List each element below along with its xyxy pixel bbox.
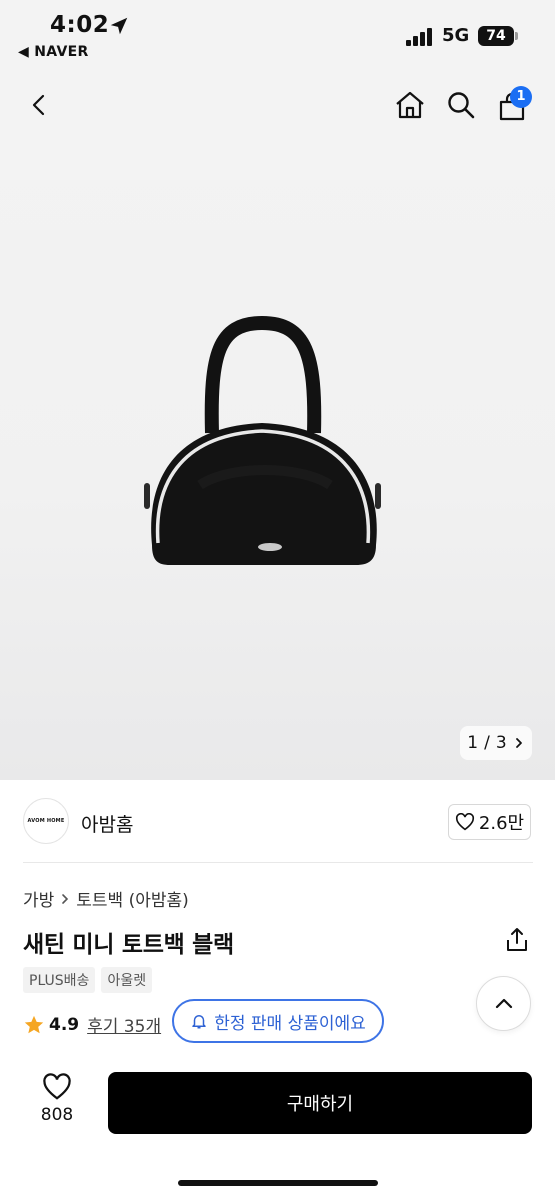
home-button[interactable] [390, 85, 430, 125]
pager-total: 3 [495, 733, 507, 753]
image-pager[interactable]: 1/3 [460, 726, 532, 760]
store-logo[interactable]: AVOM HOME [23, 798, 69, 844]
limited-sale-badge[interactable]: 한정 판매 상품이에요 [172, 999, 384, 1043]
buy-button[interactable]: 구매하기 [108, 1072, 532, 1134]
limited-sale-label: 한정 판매 상품이에요 [214, 1013, 366, 1034]
store-logo-text: AVOM HOME [27, 818, 65, 824]
divider [23, 862, 533, 863]
tag-plus-delivery: PLUS배송 [23, 967, 96, 993]
product-image [144, 315, 381, 565]
store-like-count: 2.6만 [478, 813, 525, 834]
back-button[interactable] [20, 85, 60, 125]
store-row: AVOM HOME 아밤홈 2.6만 [0, 782, 555, 862]
network-type: 5G [442, 25, 470, 46]
wishlist-count: 808 [40, 1105, 74, 1125]
product-title: 새틴 미니 토트백 블랙 [23, 932, 234, 958]
scroll-to-top-button[interactable] [476, 976, 531, 1031]
chevron-right-icon [515, 738, 522, 748]
buy-button-label: 구매하기 [286, 1094, 354, 1115]
breadcrumb: 가방 토트백 (아밤홈) [23, 886, 189, 911]
location-arrow-icon [110, 17, 128, 35]
battery-indicator: 74 [478, 26, 514, 46]
star-icon [24, 1015, 44, 1033]
bell-icon [192, 1015, 206, 1029]
home-indicator [178, 1180, 378, 1186]
tag-outlet: 아울렛 [101, 967, 153, 993]
breadcrumb-item[interactable]: 가방 [23, 886, 54, 911]
product-image-gallery[interactable]: 1/3 [0, 140, 555, 780]
back-to-app-link[interactable]: ◀ NAVER [18, 44, 89, 60]
heart-icon [455, 813, 474, 831]
status-time: 4:02 [50, 12, 110, 38]
store-like-button[interactable]: 2.6만 [448, 804, 531, 840]
rating: 4.9 후기 35개 [23, 1012, 161, 1037]
product-tags: PLUS배송 아울렛 [23, 967, 153, 993]
signal-icon [406, 28, 436, 46]
cart-badge: 1 [510, 86, 532, 108]
top-nav [0, 70, 555, 140]
breadcrumb-item[interactable]: 토트백 (아밤홈) [76, 886, 189, 911]
search-icon [448, 92, 475, 119]
wishlist-button[interactable]: 808 [30, 1073, 84, 1133]
battery-tip [515, 32, 518, 40]
search-button[interactable] [441, 85, 481, 125]
pager-separator: / [484, 733, 490, 753]
status-bar: 4:02 ◀ NAVER 5G 74 [0, 0, 555, 70]
store-name[interactable]: 아밤홈 [81, 810, 133, 837]
back-arrow-icon [32, 94, 45, 116]
pager-current: 1 [467, 733, 479, 753]
heart-icon [43, 1073, 71, 1100]
share-icon[interactable] [503, 926, 531, 954]
rating-value: 4.9 [49, 1014, 80, 1035]
review-link[interactable]: 후기 35개 [87, 1012, 161, 1037]
chevron-up-icon [495, 998, 512, 1008]
chevron-right-icon [62, 893, 69, 904]
home-icon [396, 91, 424, 119]
